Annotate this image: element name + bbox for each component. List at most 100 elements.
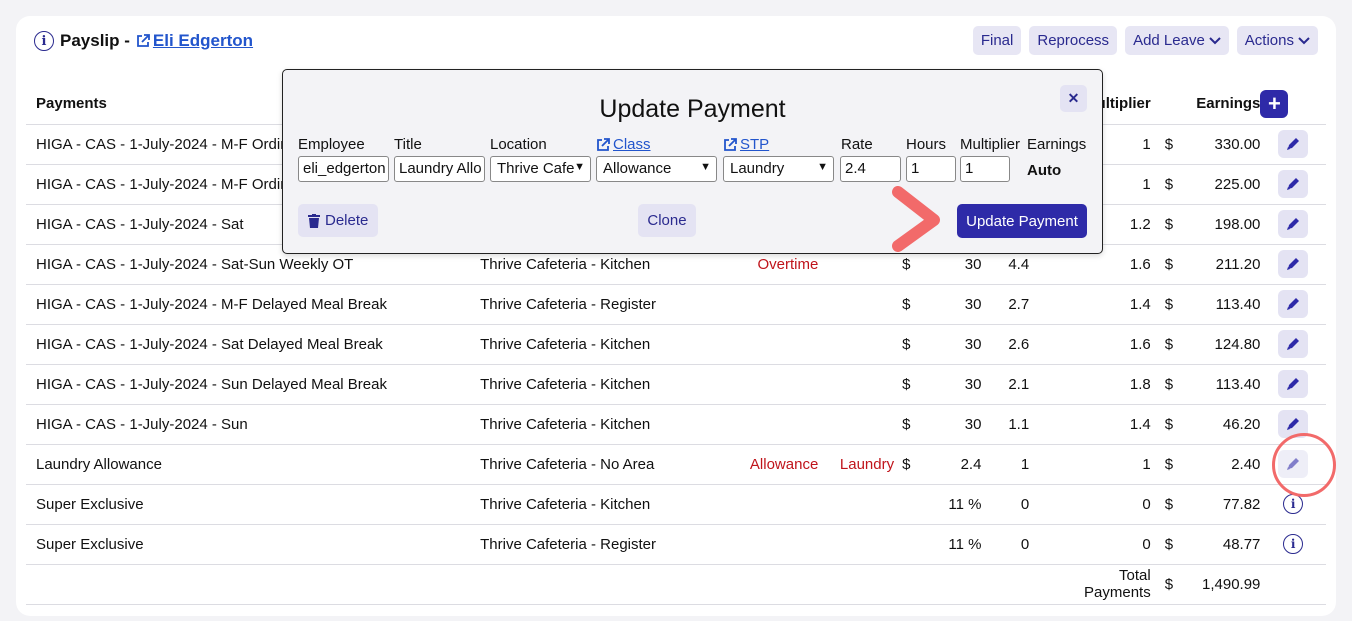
clone-button[interactable]: Clone [638,204,696,237]
table-row: Laundry Allowance Thrive Cafeteria - No A… [26,444,1326,484]
row-action [1260,284,1326,324]
row-dollar: $ [1164,255,1174,273]
add-leave-button[interactable]: Add Leave [1125,26,1229,55]
class-select[interactable]: Allowance ▼ [596,156,717,182]
employee-link[interactable]: Eli Edgerton [136,31,253,51]
pencil-icon[interactable] [1278,210,1309,238]
update-payment-button[interactable]: Update Payment [957,204,1087,238]
row-location: Thrive Cafeteria - Kitchen [480,335,651,353]
row-multiplier: 1.4 [1129,295,1151,313]
row-dollar: $ [1164,295,1174,313]
info-icon[interactable]: i [34,31,54,51]
row-earnings: 330.00 [1214,135,1261,153]
row-class [693,524,826,564]
highlight-ring [1272,433,1336,497]
row-location: Thrive Cafeteria - Kitchen [480,375,651,393]
close-icon[interactable]: ✕ [1060,85,1087,112]
rate-field[interactable]: 2.4 [840,156,901,182]
row-stp [826,484,902,524]
row-rate: 30 [964,295,982,313]
row-hours: 2.7 [1008,295,1030,313]
actions-label: Actions [1244,32,1294,49]
row-earnings: 225.00 [1214,175,1261,193]
pencil-icon[interactable] [1278,250,1309,278]
row-dollar: $ [1164,335,1174,353]
chevron-down-icon: ▼ [700,161,711,173]
row-earnings: 77.82 [1222,495,1261,513]
row-multiplier: 1.8 [1129,375,1151,393]
add-leave-label: Add Leave [1133,32,1205,49]
chevron-down-icon: ▼ [817,161,828,173]
row-hours: 2.1 [1008,375,1030,393]
hours-field[interactable]: 1 [906,156,956,182]
row-class [693,364,826,404]
chevron-down-icon [1298,36,1310,44]
class-link[interactable]: Class [596,136,651,153]
row-class [693,404,826,444]
row-hours: 1 [1020,455,1030,473]
row-dollar: $ [1164,375,1174,393]
row-name: HIGA - CAS - 1-July-2024 - Sun Delayed M… [36,375,387,393]
table-row: HIGA - CAS - 1-July-2024 - M-F Delayed M… [26,284,1326,324]
add-payment-button[interactable]: + [1260,89,1289,118]
employee-field[interactable]: eli_edgerton [298,156,389,182]
info-icon[interactable]: i [1283,494,1304,514]
row-class [693,484,826,524]
location-select[interactable]: Thrive Cafe ▼ [490,156,591,182]
delete-label: Delete [325,212,369,229]
row-action [1260,164,1326,204]
row-location: Thrive Cafeteria - Kitchen [480,495,651,513]
title-field[interactable]: Laundry Allo [394,156,485,182]
row-earnings: 211.20 [1215,255,1261,273]
stp-link[interactable]: STP [723,136,769,153]
label-title: Title [394,136,422,153]
row-multiplier: 1 [1142,455,1151,473]
external-link-icon [724,137,737,151]
row-dollar: $ [1164,455,1174,473]
row-dollar: $ [902,455,911,473]
row-name: HIGA - CAS - 1-July-2024 - M-F Delayed M… [36,295,387,313]
total-label: Total Payments [1084,567,1151,601]
row-stp [826,324,902,364]
stp-select[interactable]: Laundry ▼ [723,156,834,182]
row-dollar [902,484,922,524]
pencil-icon[interactable] [1278,330,1309,358]
stp-value: Laundry [730,160,785,177]
total-value: 1,490.99 [1202,575,1261,593]
row-earnings: 113.40 [1215,375,1261,393]
row-class [693,284,826,324]
stp-link-label: STP [740,136,770,153]
payslip-header: i Payslip - Eli Edgerton [34,30,253,52]
row-hours: 0 [1020,495,1030,513]
row-dollar: $ [902,415,911,433]
row-rate: 30 [964,335,982,353]
row-dollar: $ [1164,535,1174,553]
reprocess-button[interactable]: Reprocess [1029,26,1118,55]
row-location: Thrive Cafeteria - Register [480,295,657,313]
row-class: Allowance [749,455,819,473]
table-row: HIGA - CAS - 1-July-2024 - Sun Delayed M… [26,364,1326,404]
final-button[interactable]: Final [972,26,1022,55]
row-earnings: 48.77 [1222,535,1261,553]
actions-button[interactable]: Actions [1236,26,1318,55]
label-location: Location [490,136,547,153]
info-icon[interactable]: i [1283,534,1304,554]
row-multiplier: 0 [1142,535,1151,553]
delete-button[interactable]: Delete [298,204,379,237]
row-dollar: $ [1164,135,1174,153]
row-rate: 11 % [948,535,982,553]
pencil-icon[interactable] [1278,370,1309,398]
multiplier-field[interactable]: 1 [960,156,1010,182]
pencil-icon[interactable] [1278,130,1309,158]
class-value: Allowance [603,160,672,177]
pencil-icon[interactable] [1278,290,1309,318]
row-multiplier: 0 [1142,495,1151,513]
row-dollar: $ [902,375,911,393]
row-location: Thrive Cafeteria - No Area [480,455,655,473]
row-rate: 30 [964,415,982,433]
chevron-down-icon [1209,36,1221,44]
row-stp [826,364,902,404]
pencil-icon[interactable] [1278,170,1309,198]
row-stp [826,524,902,564]
row-action: i [1260,524,1326,564]
